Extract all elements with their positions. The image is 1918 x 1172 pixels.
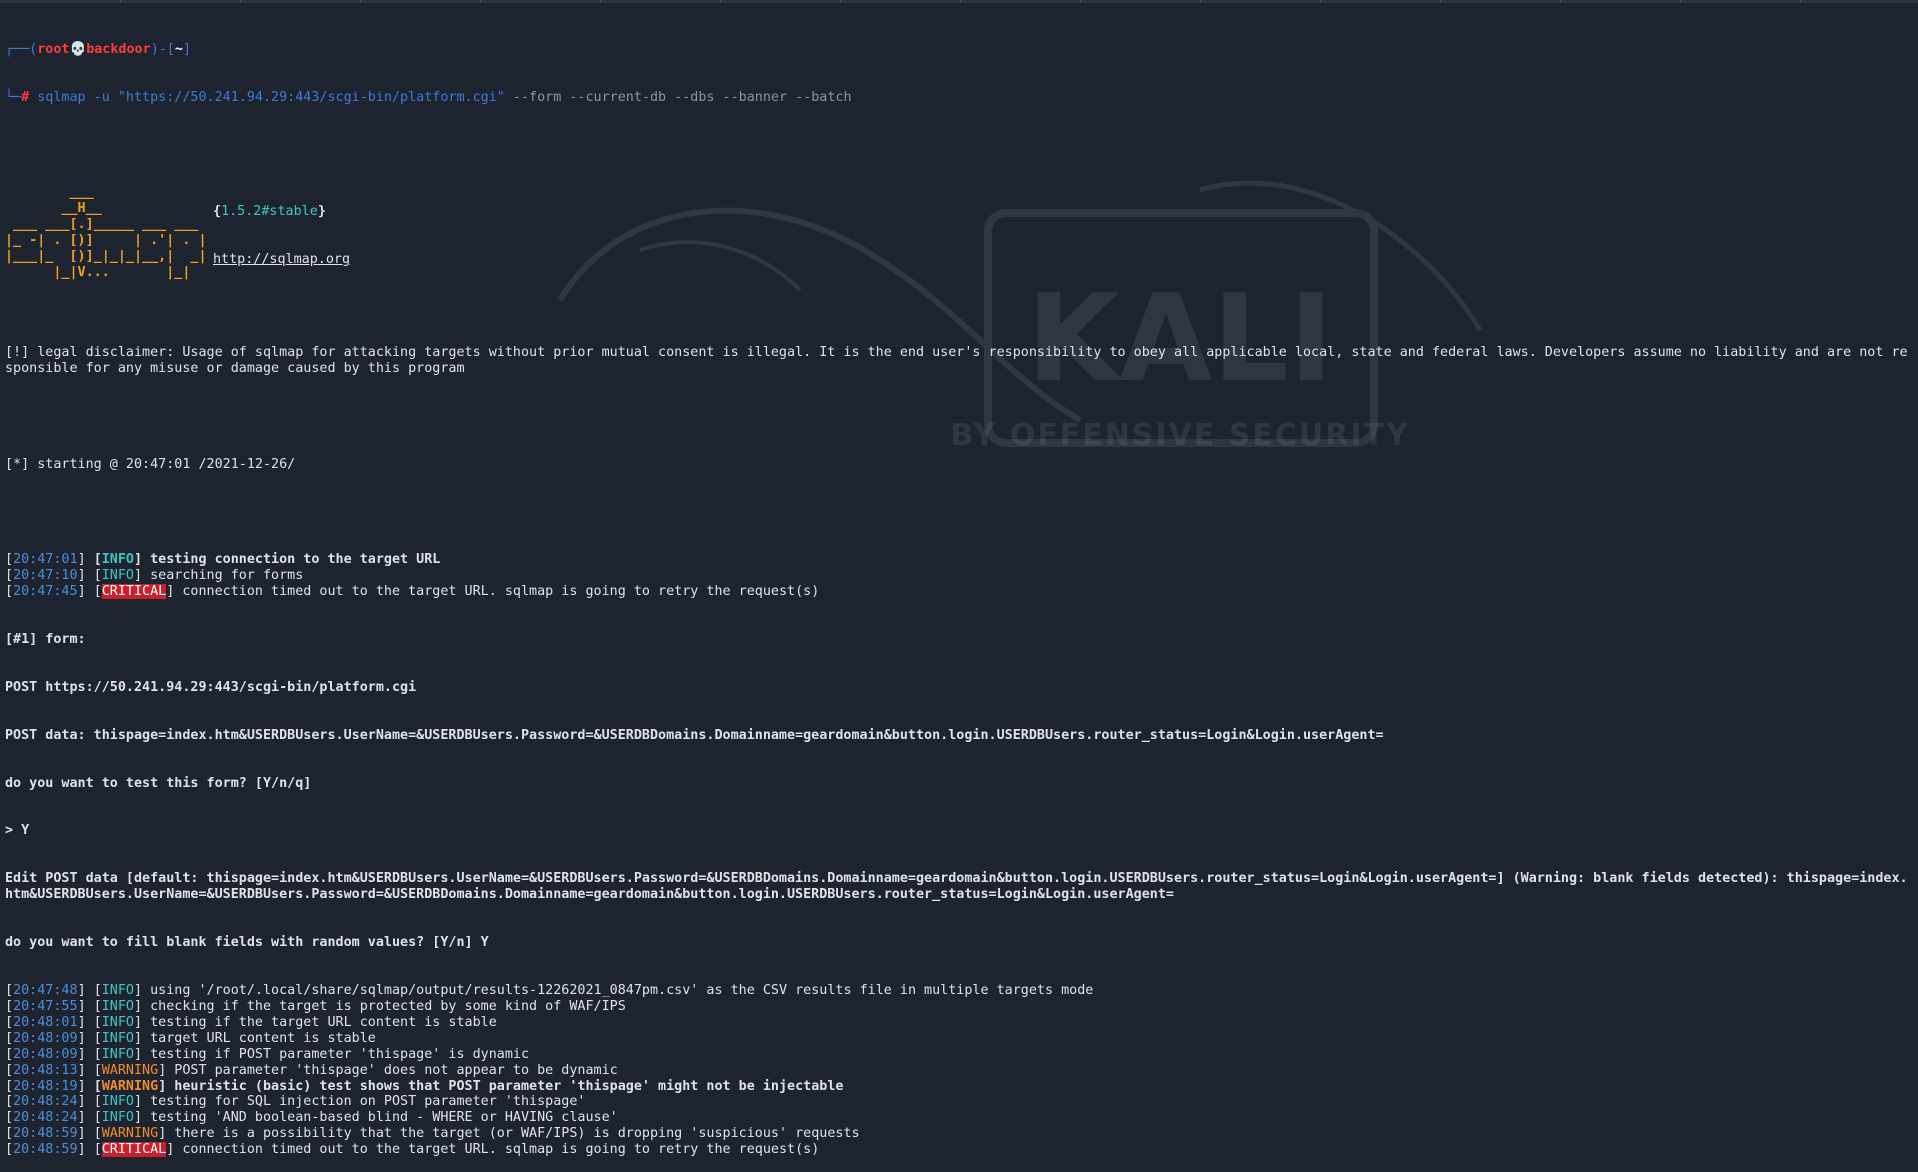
command-flag: --current-db <box>561 89 667 105</box>
log-line: [20:48:59] [CRITICAL] connection timed o… <box>5 1142 1908 1158</box>
log-line: [20:48:13] [WARNING] POST parameter 'thi… <box>5 1063 1908 1079</box>
log-message: target URL content is stable <box>142 1030 376 1046</box>
log-level-info: [INFO] <box>93 1094 143 1110</box>
log-timestamp: [20:47:10] <box>5 568 94 584</box>
log-block-1: [20:47:01] [INFO] testing connection to … <box>5 552 1908 600</box>
command-flag: --batch <box>787 89 852 105</box>
log-line: [20:48:01] [INFO] testing if the target … <box>5 1015 1908 1031</box>
log-timestamp: [20:48:09] <box>5 1046 94 1062</box>
log-message: heuristic (basic) test shows that POST p… <box>166 1078 844 1094</box>
terminal-output[interactable]: ┌──(root💀backdoor)-[~] └─# sqlmap -u "ht… <box>5 10 1908 1172</box>
log-timestamp: [20:47:48] <box>5 982 94 998</box>
log-line: [20:47:01] [INFO] testing connection to … <box>5 552 1908 568</box>
log-timestamp: [20:48:59] <box>5 1126 94 1142</box>
log-line: [20:47:48] [INFO] using '/root/.local/sh… <box>5 983 1908 999</box>
log-level-info: [INFO] <box>93 568 143 584</box>
log-line: [20:48:09] [INFO] testing if POST parame… <box>5 1047 1908 1063</box>
log-timestamp: [20:48:24] <box>5 1110 94 1126</box>
sqlmap-url[interactable]: http://sqlmap.org <box>213 252 350 268</box>
log-timestamp: [20:48:01] <box>5 1014 94 1030</box>
sqlmap-version: {1.5.2#stable} <box>213 204 326 220</box>
form-edit-post-data: Edit POST data [default: thispage=index.… <box>5 871 1908 903</box>
log-line: [20:47:10] [INFO] searching for forms <box>5 568 1908 584</box>
log-level-warning: [WARNING] <box>93 1062 167 1078</box>
log-level-info: [INFO] <box>93 998 143 1014</box>
command-main: sqlmap -u "https://50.241.94.29:443/scgi… <box>37 89 505 105</box>
log-timestamp: [20:48:19] <box>5 1078 94 1094</box>
log-message: there is a possibility that the target (… <box>166 1126 860 1142</box>
banner-art-row: |___|_ [)]_|_|_|__,| _| <box>5 249 207 265</box>
log-message: connection timed out to the target URL. … <box>174 1142 820 1158</box>
log-line: [20:48:24] [INFO] testing for SQL inject… <box>5 1094 1908 1110</box>
command-text: sqlmap -u "https://50.241.94.29:443/scgi… <box>37 90 851 105</box>
log-level-info: [INFO] <box>93 1030 143 1046</box>
log-level-info: [INFO] <box>93 1110 143 1126</box>
log-message: connection timed out to the target URL. … <box>174 584 820 600</box>
legal-disclaimer: [!] legal disclaimer: Usage of sqlmap fo… <box>5 344 1908 376</box>
form-header: [#1] form: <box>5 632 86 647</box>
log-level-warning: [WARNING] <box>93 1078 167 1094</box>
log-line: [20:48:59] [WARNING] there is a possibil… <box>5 1126 1908 1142</box>
log-message: testing if POST parameter 'thispage' is … <box>142 1046 530 1062</box>
log-level-info: [INFO] <box>93 1014 143 1030</box>
form-post-data: POST data: thispage=index.htm&USERDBUser… <box>5 727 1384 743</box>
log-block-2: [20:47:48] [INFO] using '/root/.local/sh… <box>5 983 1908 1158</box>
prompt-line-1: ┌──(root💀backdoor)-[~] <box>5 41 191 57</box>
sqlmap-banner: ___ __H__ ___ ___[.]_____ ___ ___ |_ -| .… <box>5 185 1908 280</box>
command-flag: --form <box>504 89 562 105</box>
log-message: POST parameter 'thispage' does not appea… <box>166 1062 618 1078</box>
command-flag: --banner <box>714 89 788 105</box>
log-timestamp: [20:48:13] <box>5 1062 94 1078</box>
log-message: testing if the target URL content is sta… <box>142 1014 497 1030</box>
log-level-info: [INFO] <box>93 1046 143 1062</box>
form-answer-test: > Y <box>5 823 30 839</box>
command-flag: --dbs <box>666 89 715 105</box>
log-level-info: [INFO] <box>93 552 143 568</box>
starting-line: [*] starting @ 20:47:01 /2021-12-26/ <box>5 456 296 472</box>
form-post-url: POST https://50.241.94.29:443/scgi-bin/p… <box>5 679 417 695</box>
log-timestamp: [20:47:01] <box>5 552 94 568</box>
log-timestamp: [20:48:09] <box>5 1030 94 1046</box>
form-question-test: do you want to test this form? [Y/n/q] <box>5 775 312 791</box>
log-timestamp: [20:48:24] <box>5 1094 94 1110</box>
log-level-warning: [WARNING] <box>93 1126 167 1142</box>
banner-art-row: __H__ <box>5 201 102 217</box>
banner-art-row: ___ <box>5 185 94 201</box>
banner-art-row: |_|V... |_| <box>5 265 191 281</box>
log-timestamp: [20:48:59] <box>5 1142 94 1158</box>
log-timestamp: [20:47:55] <box>5 998 94 1014</box>
log-message: testing connection to the target URL <box>142 552 441 568</box>
log-level-info: [INFO] <box>93 982 143 998</box>
log-message: testing 'AND boolean-based blind - WHERE… <box>142 1110 618 1126</box>
log-line: [20:48:19] [WARNING] heuristic (basic) t… <box>5 1079 1908 1095</box>
prompt-line-2: └─# sqlmap -u "https://50.241.94.29:443/… <box>5 89 852 105</box>
log-line: [20:48:09] [INFO] target URL content is … <box>5 1031 1908 1047</box>
log-message: checking if the target is protected by s… <box>142 998 626 1014</box>
log-message: testing for SQL injection on POST parame… <box>142 1094 586 1110</box>
banner-art-row: |_ -| . [)] | .'| . | <box>5 233 207 249</box>
sqlmap-ascii-logo: ___ __H__ ___ ___[.]_____ ___ ___ |_ -| .… <box>5 185 207 281</box>
log-level-critical: [CRITICAL] <box>93 584 175 600</box>
form-question-fill: do you want to fill blank fields with ra… <box>5 935 489 951</box>
log-timestamp: [20:47:45] <box>5 584 94 600</box>
log-line: [20:47:45] [CRITICAL] connection timed o… <box>5 584 1908 600</box>
banner-art-row: ___ ___[.]_____ ___ ___ <box>5 217 199 233</box>
log-message: searching for forms <box>142 568 304 584</box>
log-line: [20:48:24] [INFO] testing 'AND boolean-b… <box>5 1110 1908 1126</box>
log-line: [20:47:55] [INFO] checking if the target… <box>5 999 1908 1015</box>
log-message: using '/root/.local/share/sqlmap/output/… <box>142 982 1094 998</box>
log-level-critical: [CRITICAL] <box>93 1142 175 1158</box>
